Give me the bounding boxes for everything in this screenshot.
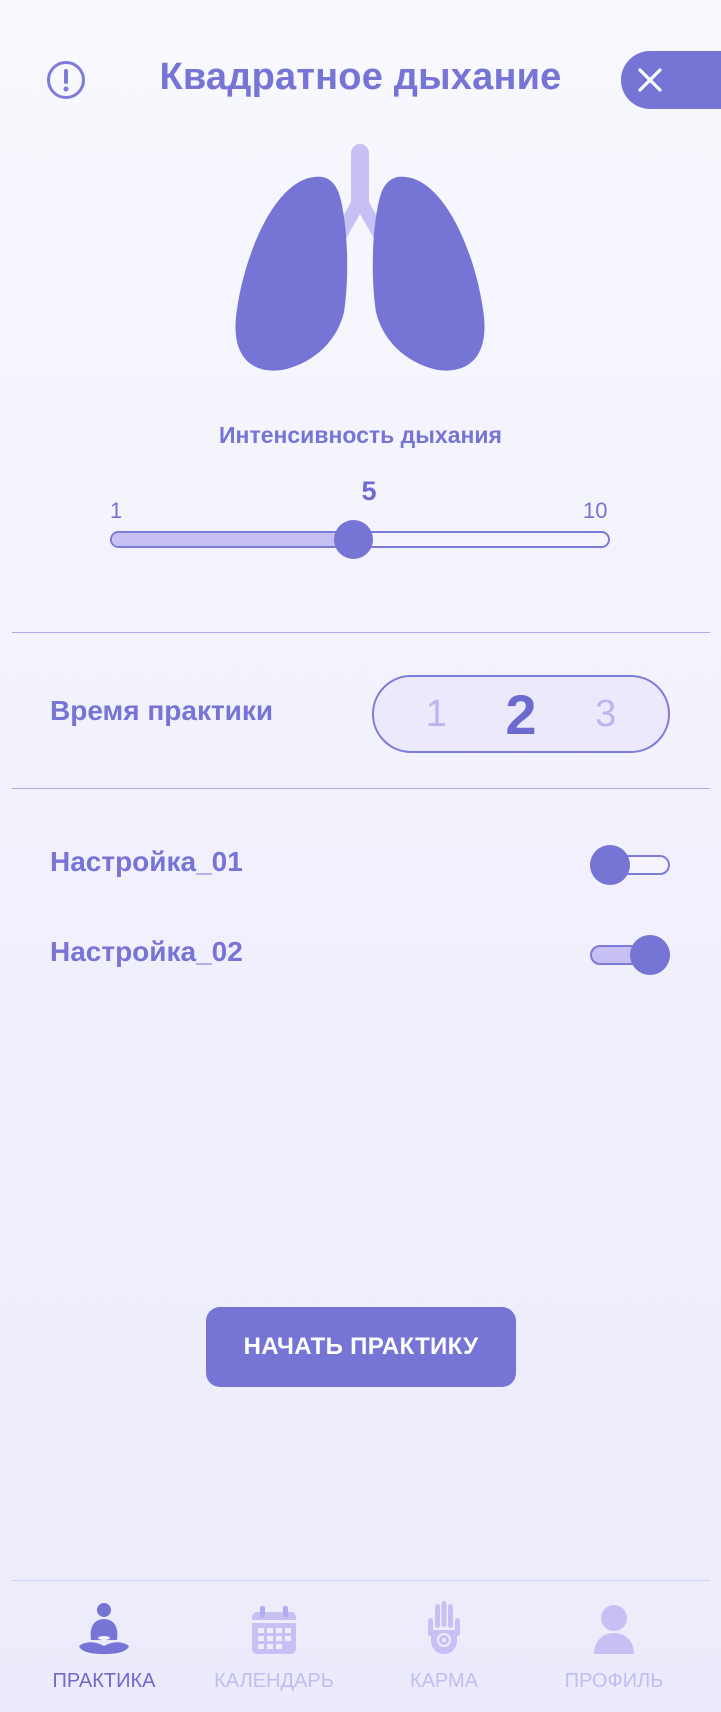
divider [12, 632, 710, 633]
practice-time-option-2[interactable]: 2 [491, 682, 551, 747]
user-icon [594, 1605, 634, 1654]
setting-01-label: Настройка_01 [50, 846, 243, 877]
page-title: Квадратное дыхание [159, 56, 562, 98]
nav-label-practice: ПРАКТИКА [52, 1670, 156, 1692]
close-icon [638, 68, 662, 92]
intensity-slider-fill [112, 533, 356, 546]
intensity-min-label: 1 [110, 498, 123, 523]
nav-item-profile[interactable]: ПРОФИЛЬ [529, 1600, 699, 1693]
setting-02-label: Настройка_02 [50, 936, 243, 967]
start-practice-button[interactable]: НАЧАТЬ ПРАКТИКУ [206, 1307, 516, 1387]
nav-item-practice[interactable]: ПРАКТИКА [19, 1600, 189, 1693]
practice-time-option-3[interactable]: 3 [576, 693, 636, 736]
practice-time-selector[interactable]: 1 2 3 [372, 675, 670, 753]
intensity-max-label: 10 [583, 498, 608, 523]
setting-01-toggle-knob[interactable] [590, 845, 630, 885]
divider [12, 788, 710, 789]
nav-item-karma[interactable]: КАРМА [359, 1600, 529, 1693]
nav-label-profile: ПРОФИЛЬ [564, 1670, 664, 1692]
nav-divider [12, 1580, 710, 1581]
practice-time-label: Время практики [50, 695, 274, 726]
lungs-icon [235, 144, 485, 371]
practice-time-option-1[interactable]: 1 [406, 693, 466, 736]
nav-item-calendar[interactable]: КАЛЕНДАРЬ [189, 1600, 359, 1693]
meditation-icon [79, 1603, 129, 1654]
intensity-slider-thumb[interactable] [333, 520, 373, 559]
setting-02-toggle-knob[interactable] [630, 935, 670, 975]
hamsa-hand-icon [428, 1601, 460, 1654]
close-button[interactable] [621, 51, 721, 109]
intensity-label: Интенсивность дыхания [219, 422, 502, 448]
calendar-icon [252, 1606, 296, 1654]
nav-label-calendar: КАЛЕНДАРЬ [214, 1670, 334, 1692]
intensity-value: 5 [361, 476, 377, 506]
nav-label-karma: КАРМА [409, 1670, 479, 1692]
